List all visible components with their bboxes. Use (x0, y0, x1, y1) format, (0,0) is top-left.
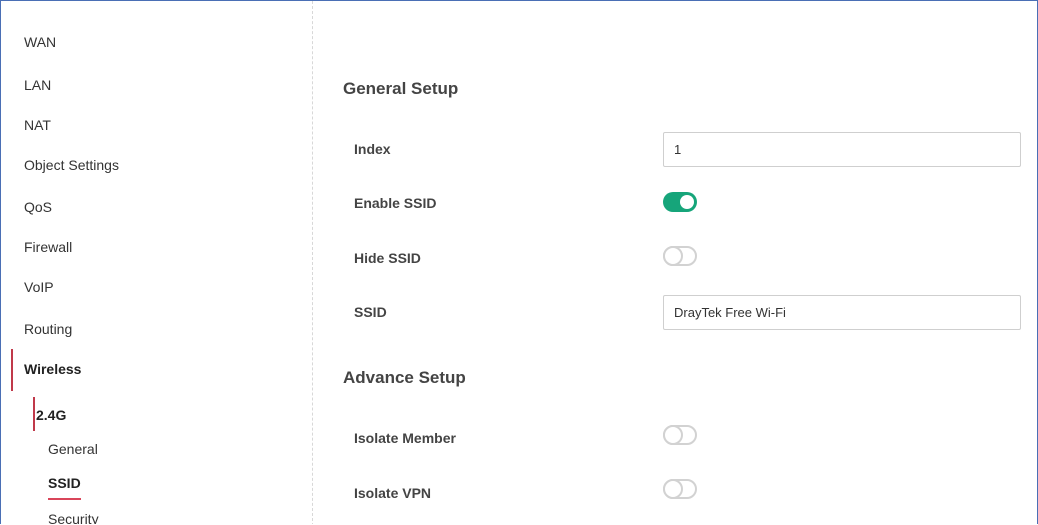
ssid-label: SSID (354, 304, 387, 320)
band-active-marker (33, 397, 35, 431)
toggle-knob (680, 195, 694, 209)
isolate-member-toggle[interactable] (663, 425, 697, 445)
index-label: Index (354, 141, 391, 157)
sidebar-item-qos[interactable]: QoS (24, 199, 52, 215)
isolate-vpn-label: Isolate VPN (354, 485, 432, 501)
isolate-vpn-toggle[interactable] (663, 479, 697, 499)
ssid-active-underline (48, 498, 81, 500)
hide-ssid-label: Hide SSID (354, 250, 421, 266)
sidebar-item-band-2-4g[interactable]: 2.4G (36, 407, 66, 423)
sidebar-item-voip[interactable]: VoIP (24, 279, 54, 295)
index-input[interactable] (663, 132, 1021, 167)
advance-setup-title: Advance Setup (343, 368, 466, 387)
enable-ssid-label: Enable SSID (354, 195, 437, 211)
sidebar-item-wireless[interactable]: Wireless (24, 361, 81, 377)
toggle-knob (663, 246, 683, 266)
toggle-knob (663, 425, 683, 445)
isolate-member-label: Isolate Member (354, 430, 456, 446)
sidebar-item-nat[interactable]: NAT (24, 117, 51, 133)
sidebar-item-routing[interactable]: Routing (24, 321, 72, 337)
hide-ssid-toggle[interactable] (663, 246, 697, 266)
sidebar-nav: WAN LAN NAT Object Settings QoS Firewall… (1, 1, 313, 524)
toggle-knob (663, 479, 683, 499)
ssid-input[interactable] (663, 295, 1021, 330)
sidebar-item-wan[interactable]: WAN (24, 34, 56, 50)
enable-ssid-toggle[interactable] (663, 192, 697, 212)
sidebar-item-firewall[interactable]: Firewall (24, 239, 72, 255)
sidebar-item-object-settings[interactable]: Object Settings (24, 157, 119, 173)
sidebar-subitem-ssid[interactable]: SSID (48, 475, 81, 491)
router-config-window: WAN LAN NAT Object Settings QoS Firewall… (0, 0, 1038, 524)
general-setup-title: General Setup (343, 79, 459, 98)
sidebar-subitem-security[interactable]: Security (48, 511, 99, 524)
sidebar-subitem-general[interactable]: General (48, 441, 98, 457)
wireless-active-marker (11, 349, 13, 391)
sidebar-item-lan[interactable]: LAN (24, 77, 51, 93)
